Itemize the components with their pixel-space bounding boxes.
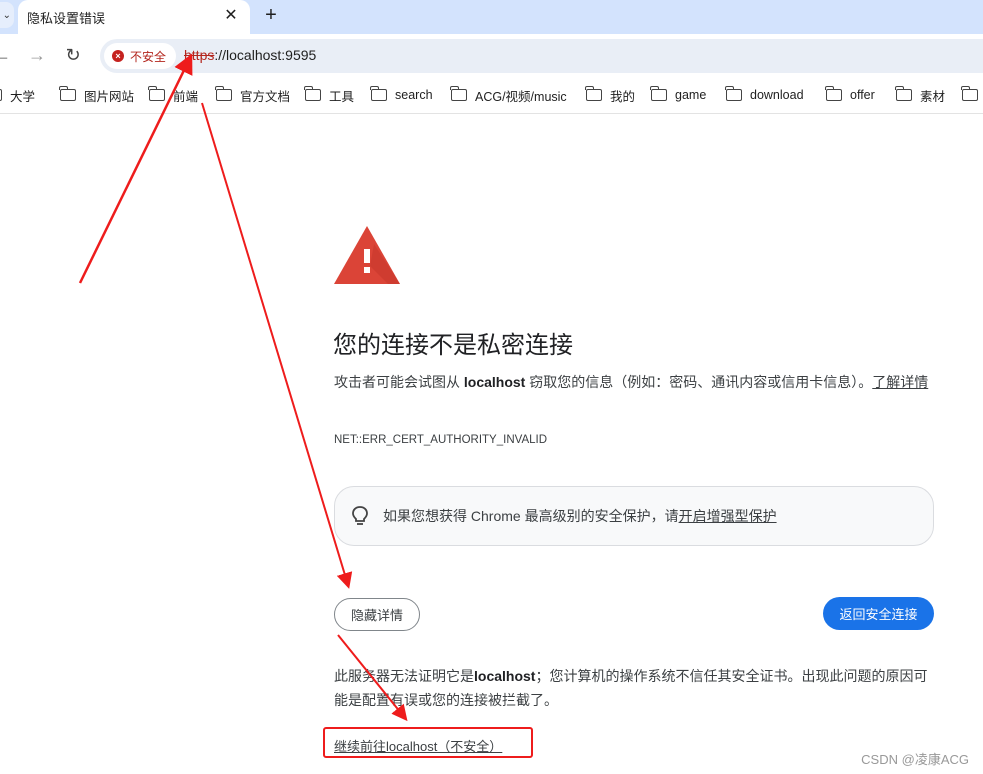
plus-icon: + xyxy=(265,4,277,26)
bookmark-label: 图片网站 xyxy=(84,89,135,104)
details-host: localhost xyxy=(474,668,536,684)
annotation-highlight-box xyxy=(323,727,533,758)
folder-icon xyxy=(725,86,742,101)
lightbulb-icon xyxy=(352,506,368,525)
security-chip[interactable]: × 不安全 xyxy=(104,43,176,69)
bookmark-folder[interactable]: 官方文档 xyxy=(215,85,291,105)
back-to-safety-button[interactable]: 返回安全连接 xyxy=(823,597,934,630)
bookmark-folder[interactable]: game xyxy=(650,85,707,105)
bookmark-folder[interactable]: search xyxy=(370,85,433,105)
bookmark-folder[interactable]: 工具 xyxy=(304,85,355,105)
folder-icon xyxy=(825,86,842,101)
url-text[interactable]: https://localhost:9595 xyxy=(184,47,316,63)
enhanced-protection-banner: 如果您想获得 Chrome 最高级别的安全保护，请开启增强型保护 xyxy=(334,486,934,546)
bookmarks-bar: 大学 图片网站 前端 官方文档 工具 search ACG/视频/music 我… xyxy=(0,76,983,114)
details-text: 此服务器无法证明它是 xyxy=(334,668,474,684)
tab-title: 隐私设置错误 xyxy=(27,10,106,26)
error-code: NET::ERR_CERT_AUTHORITY_INVALID xyxy=(334,434,548,446)
bookmark-label: download xyxy=(750,88,804,102)
enable-enhanced-protection-link[interactable]: 开启增强型保护 xyxy=(679,508,777,524)
bookmark-label: 前端 xyxy=(173,89,199,104)
bookmark-label: ACG/视频/music xyxy=(475,89,567,104)
bookmark-folder[interactable]: ACG/视频/music xyxy=(450,85,567,105)
url-scheme: https xyxy=(184,47,215,63)
tab-active[interactable]: 隐私设置错误 ✕ xyxy=(18,0,250,34)
bookmark-label: 官方文档 xyxy=(240,89,291,104)
folder-icon xyxy=(450,86,467,101)
hide-details-button[interactable]: 隐藏详情 xyxy=(334,598,420,631)
reload-icon: ↻ xyxy=(65,45,81,65)
close-icon[interactable]: ✕ xyxy=(222,7,240,25)
arrow-right-icon: → xyxy=(28,45,46,65)
bookmark-label: 素材 xyxy=(920,89,946,104)
warning-triangle-icon xyxy=(334,226,400,284)
enhanced-protection-prompt: 如果您想获得 Chrome 最高级别的安全保护，请 xyxy=(383,508,679,524)
explanation-text: 攻击者可能会试图从 xyxy=(334,374,464,390)
enhanced-protection-text: 如果您想获得 Chrome 最高级别的安全保护，请开启增强型保护 xyxy=(383,506,777,526)
bookmark-folder[interactable]: 图片网站 xyxy=(59,85,135,105)
annotation-arrow-details xyxy=(201,102,353,589)
learn-more-link[interactable]: 了解详情 xyxy=(872,374,928,390)
bookmark-folder[interactable] xyxy=(961,85,983,105)
bookmark-label: game xyxy=(675,88,707,102)
bookmark-folder[interactable]: 我的 xyxy=(585,85,636,105)
arrow-left-icon: ← xyxy=(0,45,11,65)
explanation-paragraph: 攻击者可能会试图从 localhost 窃取您的信息（例如：密码、通讯内容或信用… xyxy=(334,370,934,394)
bookmark-folder[interactable]: 素材 xyxy=(895,85,946,105)
bookmark-folder[interactable]: offer xyxy=(825,85,875,105)
page-title: 您的连接不是私密连接 xyxy=(333,332,573,359)
folder-icon xyxy=(304,86,321,101)
bookmark-label: 我的 xyxy=(610,89,636,104)
folder-icon xyxy=(59,86,76,101)
security-chip-label: 不安全 xyxy=(130,49,167,64)
forward-button[interactable]: → xyxy=(25,43,49,67)
explanation-text-end: 窃取您的信息（例如：密码、通讯内容或信用卡信息）。 xyxy=(525,374,873,390)
tab-strip: ⌄ 隐私设置错误 ✕ + xyxy=(0,0,983,34)
bookmark-label: offer xyxy=(850,88,875,102)
folder-icon xyxy=(370,86,387,101)
error-circle-icon: × xyxy=(112,50,124,62)
details-paragraph: 此服务器无法证明它是localhost；您计算机的操作系统不信任其安全证书。出现… xyxy=(334,664,934,712)
bookmark-label: 大学 xyxy=(10,89,36,104)
folder-icon xyxy=(650,86,667,101)
address-bar[interactable]: × 不安全 https://localhost:9595 xyxy=(100,39,983,73)
tab-search-button[interactable]: ⌄ xyxy=(0,2,14,28)
new-tab-button[interactable]: + xyxy=(260,4,282,26)
bookmark-label: search xyxy=(395,88,433,102)
toolbar: ← → ↻ × 不安全 https://localhost:9595 xyxy=(0,34,983,76)
folder-icon xyxy=(895,86,912,101)
folder-icon xyxy=(585,86,602,101)
folder-icon xyxy=(215,86,232,101)
chevron-down-icon: ⌄ xyxy=(2,9,11,21)
url-host: ://localhost:9595 xyxy=(214,47,317,63)
explanation-host: localhost xyxy=(463,374,526,390)
bookmark-folder[interactable]: download xyxy=(725,85,804,105)
folder-icon xyxy=(148,86,165,101)
watermark: CSDN @凌康ACG xyxy=(861,752,969,767)
bookmark-folder[interactable]: 前端 xyxy=(148,85,199,105)
folder-icon xyxy=(0,89,2,101)
bookmark-folder[interactable]: 大学 xyxy=(0,85,35,105)
reload-button[interactable]: ↻ xyxy=(61,43,85,67)
bookmark-label: 工具 xyxy=(329,89,355,104)
folder-icon xyxy=(961,86,978,101)
back-button[interactable]: ← xyxy=(0,43,14,67)
